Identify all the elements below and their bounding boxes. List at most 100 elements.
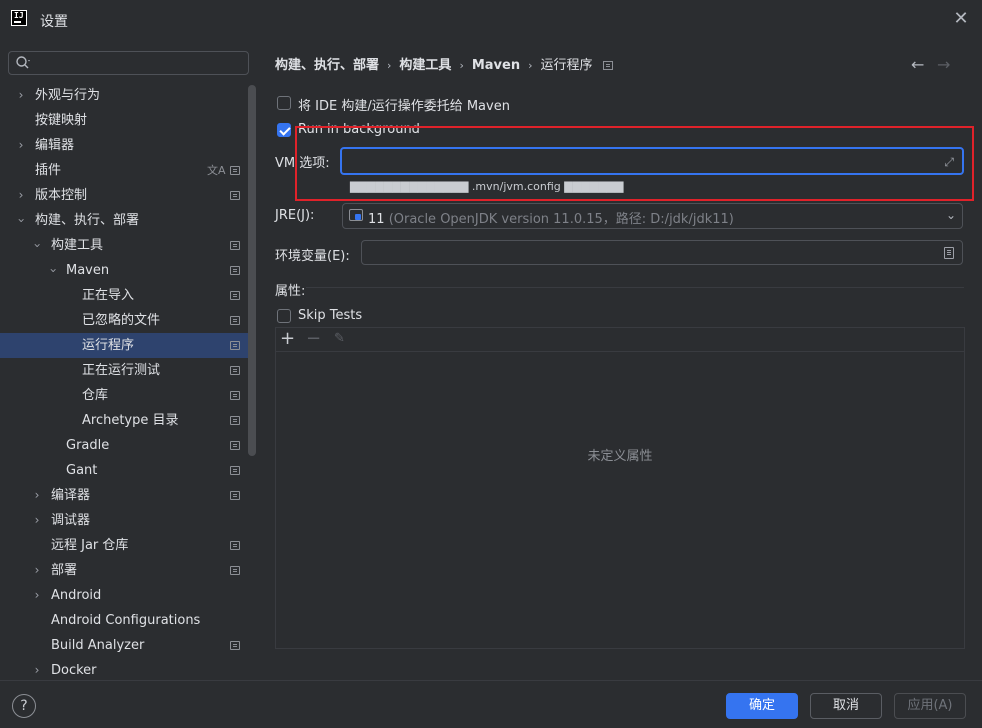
sidebar-item-label: 按键映射: [35, 113, 88, 128]
sidebar-item-runner[interactable]: 运行程序: [0, 333, 256, 358]
sidebar-item-maven[interactable]: › Maven: [0, 258, 256, 283]
env-vars-field[interactable]: [361, 240, 963, 265]
edit-pencil-icon[interactable]: ✎: [334, 331, 345, 346]
project-settings-icon: [230, 341, 240, 350]
chevron-right-icon[interactable]: ›: [31, 583, 43, 608]
sidebar-item-importing[interactable]: 正在导入: [0, 283, 256, 308]
chevron-right-icon[interactable]: ›: [15, 83, 27, 108]
project-settings-icon: [602, 61, 613, 70]
skip-tests-label[interactable]: Skip Tests: [298, 308, 362, 323]
breadcrumb-separator: ›: [387, 59, 392, 72]
sidebar-item-running-tests[interactable]: 正在运行测试: [0, 358, 256, 383]
sidebar-item-appearance[interactable]: › 外观与行为: [0, 83, 256, 108]
intellij-logo-icon: IJ: [11, 10, 27, 26]
chevron-right-icon[interactable]: ›: [31, 483, 43, 508]
env-vars-label: 环境变量(E):: [275, 249, 350, 264]
chevron-right-icon[interactable]: ›: [15, 133, 27, 158]
sidebar-item-version-control[interactable]: › 版本控制: [0, 183, 256, 208]
chevron-down-icon[interactable]: ›: [9, 215, 34, 227]
chevron-down-icon[interactable]: ›: [25, 240, 50, 252]
sidebar-item-label: 已忽略的文件: [82, 313, 161, 328]
sidebar-item-label: 远程 Jar 仓库: [51, 538, 129, 553]
jre-selected-value: 11 (Oracle OpenJDK version 11.0.15，路径: D…: [368, 208, 734, 227]
sidebar-item-label: Gant: [66, 463, 98, 478]
close-icon[interactable]: ✕: [952, 10, 970, 28]
sidebar-item-build-tools[interactable]: › 构建工具: [0, 233, 256, 258]
browse-document-icon[interactable]: [944, 247, 954, 259]
delegate-to-maven-label[interactable]: 将 IDE 构建/运行操作委托给 Maven: [298, 95, 510, 114]
project-settings-icon: [230, 241, 240, 250]
chevron-right-icon[interactable]: ›: [15, 183, 27, 208]
sidebar-item-gradle[interactable]: Gradle: [0, 433, 256, 458]
sidebar-item-label: 调试器: [51, 513, 91, 528]
settings-sidebar: › 外观与行为 按键映射 › 编辑器 插件 文A › 版本控制 › 构建、执行、…: [0, 40, 258, 680]
delegate-to-maven-checkbox[interactable]: [277, 96, 291, 110]
sidebar-item-label: 编译器: [51, 488, 91, 503]
add-icon[interactable]: +: [280, 329, 295, 349]
breadcrumb-item[interactable]: Maven: [472, 58, 520, 73]
sidebar-item-label: 运行程序: [82, 338, 135, 353]
breadcrumb-separator: ›: [528, 59, 533, 72]
project-settings-icon: [230, 191, 240, 200]
ok-button[interactable]: 确定: [726, 693, 798, 719]
sidebar-item-repositories[interactable]: 仓库: [0, 383, 256, 408]
project-settings-icon: [230, 491, 240, 500]
help-button[interactable]: ?: [12, 694, 36, 718]
sidebar-item-label: Android: [51, 588, 102, 603]
remove-icon[interactable]: −: [306, 329, 321, 349]
sidebar-item-label: 构建、执行、部署: [35, 213, 140, 228]
search-box[interactable]: [8, 51, 249, 75]
dialog-footer: ? 确定 取消 应用(A): [0, 680, 982, 728]
sidebar-item-keymap[interactable]: 按键映射: [0, 108, 256, 133]
translate-icon: 文A: [207, 164, 226, 177]
sidebar-item-label: 插件: [35, 163, 62, 178]
project-settings-icon: [230, 391, 240, 400]
sidebar-item-archetype-catalogs[interactable]: Archetype 目录: [0, 408, 256, 433]
sidebar-item-compiler[interactable]: › 编译器: [0, 483, 256, 508]
project-settings-icon: [230, 366, 240, 375]
sidebar-item-deployment[interactable]: › 部署: [0, 558, 256, 583]
sidebar-item-remote-jar-repositories[interactable]: 远程 Jar 仓库: [0, 533, 256, 558]
run-in-background-checkbox[interactable]: [277, 123, 291, 137]
breadcrumb-separator: ›: [459, 59, 464, 72]
sidebar-item-debugger[interactable]: › 调试器: [0, 508, 256, 533]
chevron-right-icon[interactable]: ›: [31, 508, 43, 533]
apply-button[interactable]: 应用(A): [894, 693, 966, 719]
properties-divider: [306, 287, 964, 288]
sidebar-item-ignored-files[interactable]: 已忽略的文件: [0, 308, 256, 333]
chevron-right-icon[interactable]: ›: [31, 558, 43, 583]
sidebar-item-label: 外观与行为: [35, 88, 101, 103]
jre-version: 11: [368, 212, 385, 227]
project-settings-icon: [230, 166, 240, 175]
sidebar-item-label: Gradle: [66, 438, 110, 453]
sidebar-item-editor[interactable]: › 编辑器: [0, 133, 256, 158]
project-settings-icon: [230, 416, 240, 425]
search-input[interactable]: [37, 54, 242, 72]
skip-tests-checkbox[interactable]: [277, 309, 291, 323]
sidebar-item-build-analyzer[interactable]: Build Analyzer: [0, 633, 256, 658]
search-icon[interactable]: [15, 55, 31, 71]
breadcrumb-item[interactable]: 构建、执行、部署: [275, 54, 379, 73]
sidebar-item-label: 版本控制: [35, 188, 88, 203]
back-arrow-icon[interactable]: ←: [911, 55, 924, 74]
jre-dropdown[interactable]: 11 (Oracle OpenJDK version 11.0.15，路径: D…: [342, 203, 963, 229]
sidebar-item-label: 正在导入: [82, 288, 135, 303]
properties-toolbar: + − ✎: [276, 328, 964, 352]
sidebar-item-label: 正在运行测试: [82, 363, 161, 378]
chevron-down-icon[interactable]: ›: [41, 265, 66, 277]
project-settings-icon: [230, 316, 240, 325]
chevron-down-icon[interactable]: ⌄: [946, 208, 956, 222]
sidebar-item-build-execution-deployment[interactable]: › 构建、执行、部署: [0, 208, 256, 233]
breadcrumb-item[interactable]: 构建工具: [399, 54, 451, 73]
sidebar-item-plugins[interactable]: 插件 文A: [0, 158, 256, 183]
cancel-button[interactable]: 取消: [810, 693, 882, 719]
sidebar-scrollbar[interactable]: [248, 85, 256, 456]
forward-arrow-icon[interactable]: →: [937, 55, 950, 74]
sidebar-item-label: Archetype 目录: [82, 413, 179, 428]
highlight-annotation-box: [295, 126, 974, 201]
jre-detail: (Oracle OpenJDK version 11.0.15，路径: D:/j…: [388, 212, 734, 227]
sidebar-item-gant[interactable]: Gant: [0, 458, 256, 483]
sidebar-item-label: 构建工具: [51, 238, 104, 253]
sidebar-item-android-configurations[interactable]: Android Configurations: [0, 608, 256, 633]
sidebar-item-android[interactable]: › Android: [0, 583, 256, 608]
